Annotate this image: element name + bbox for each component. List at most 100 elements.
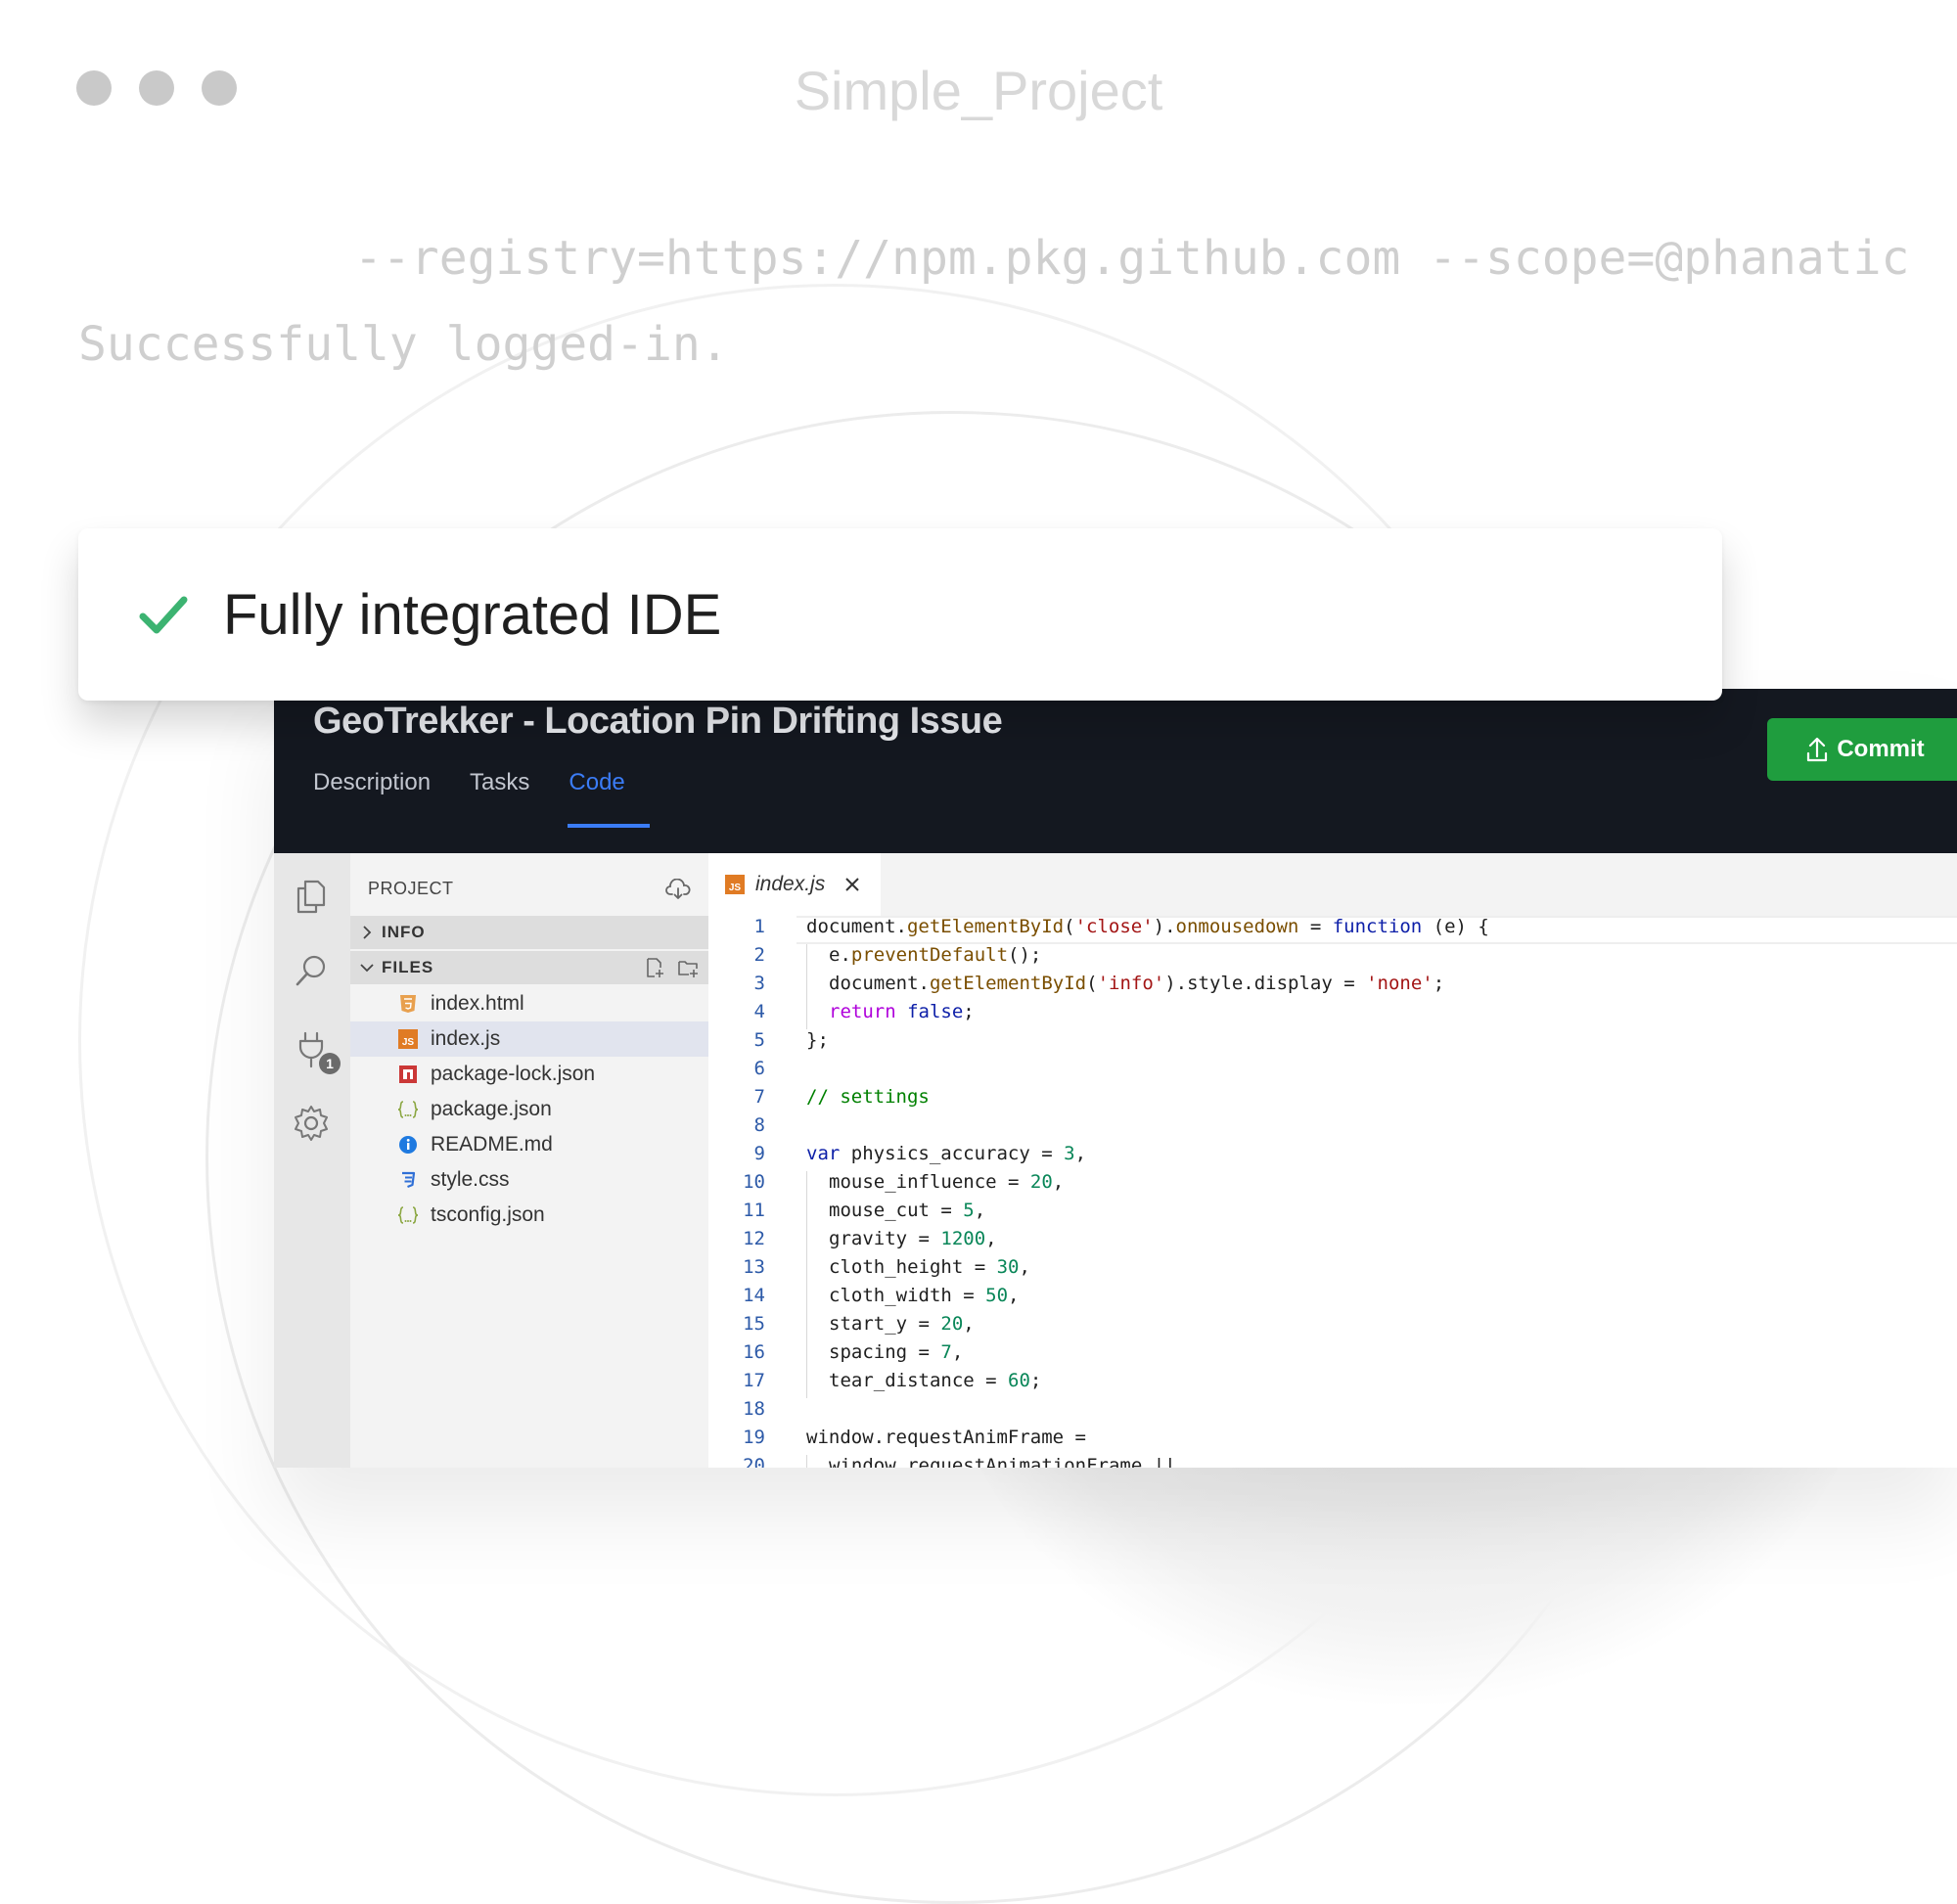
line-number: 15 [743, 1313, 765, 1335]
file-name: package-lock.json [431, 1063, 596, 1085]
code-text: document.getElementById('info').style.di… [829, 973, 1445, 994]
file-name: tsconfig.json [431, 1203, 545, 1226]
code-line: 17 tear_distance = 60; [708, 1370, 1957, 1398]
code-text: start_y = 20, [829, 1313, 975, 1335]
code-text: e.preventDefault(); [829, 944, 1042, 966]
editor-tab-index-js[interactable]: JS index.js [708, 853, 881, 916]
indent-guide [806, 1228, 807, 1256]
editor-tab-bar: JS index.js [708, 853, 1957, 916]
code-line: 13 cloth_height = 30, [708, 1256, 1957, 1285]
code-line: 1 document.getElementById('close').onmous… [708, 916, 1957, 944]
code-text: gravity = 1200, [829, 1228, 997, 1249]
code-line: 11 mouse_cut = 5, [708, 1200, 1957, 1228]
file-row-package-lock-json[interactable]: package-lock.json [350, 1057, 708, 1092]
indent-guide [806, 1370, 807, 1398]
svg-text:JS: JS [729, 883, 742, 893]
indent-guide [806, 1200, 807, 1228]
json-braces-icon [397, 1204, 419, 1226]
chevron-right-icon [363, 926, 372, 939]
line-number: 18 [743, 1398, 765, 1420]
code-text: // settings [806, 1086, 930, 1108]
indent-guide [806, 1001, 807, 1029]
search-icon[interactable] [292, 951, 331, 990]
section-info-label: INFO [382, 923, 426, 941]
file-row-style-css[interactable]: style.css [350, 1162, 708, 1198]
file-name: index.html [431, 992, 524, 1015]
indent-guide [806, 1285, 807, 1313]
new-file-icon[interactable] [644, 957, 665, 978]
code-line: 18 [708, 1398, 1957, 1427]
file-row-index-html[interactable]: index.html [350, 986, 708, 1021]
line-number: 16 [743, 1341, 765, 1363]
code-line: 2 e.preventDefault(); [708, 944, 1957, 973]
file-row-package-json[interactable]: package.json [350, 1092, 708, 1127]
line-number: 13 [743, 1256, 765, 1278]
gear-icon[interactable] [292, 1104, 331, 1143]
commit-button-label: Commit [1837, 736, 1925, 762]
html5-icon [397, 993, 419, 1015]
line-number: 12 [743, 1228, 765, 1249]
file-row-readme-md[interactable]: README.md [350, 1127, 708, 1162]
feature-banner: Fully integrated IDE [78, 528, 1722, 701]
commit-button[interactable]: Commit [1767, 718, 1957, 781]
code-line: 4 return false; [708, 1001, 1957, 1029]
line-number: 17 [743, 1370, 765, 1391]
code-text: var physics_accuracy = 3, [806, 1143, 1087, 1164]
line-number: 19 [743, 1427, 765, 1448]
cloud-download-icon[interactable] [665, 879, 691, 900]
code-text: mouse_cut = 5, [829, 1200, 986, 1221]
code-text: cloth_width = 50, [829, 1285, 1020, 1306]
explorer-title: PROJECT [368, 879, 454, 898]
javascript-icon: JS [397, 1028, 419, 1050]
file-name: style.css [431, 1168, 510, 1191]
code-text: window.requestAnimFrame = [806, 1427, 1086, 1448]
indent-guide [806, 1455, 807, 1468]
code-line: 10 mouse_influence = 20, [708, 1171, 1957, 1200]
code-line: 15 start_y = 20, [708, 1313, 1957, 1341]
new-folder-icon[interactable] [677, 957, 699, 978]
indent-guide [806, 1341, 807, 1370]
line-number: 11 [743, 1200, 765, 1221]
ide-window: GeoTrekker - Location Pin Drifting Issue… [274, 689, 1957, 1468]
line-number: 4 [753, 1001, 765, 1022]
line-number: 10 [743, 1171, 765, 1193]
code-text: mouse_influence = 20, [829, 1171, 1065, 1193]
section-info[interactable]: INFO [350, 916, 708, 949]
info-icon [397, 1134, 419, 1156]
json-braces-icon [397, 1099, 419, 1120]
code-line: 12 gravity = 1200, [708, 1228, 1957, 1256]
line-number: 5 [753, 1029, 765, 1051]
code-editor: JS index.js 1 document.getElementById('cl… [708, 853, 1957, 1468]
tab-tasks[interactable]: Tasks [470, 769, 529, 796]
file-name: package.json [431, 1098, 552, 1120]
files-icon[interactable] [292, 877, 331, 916]
file-explorer: PROJECT INFO FILES index.html JS index.j… [350, 853, 708, 1468]
code-line: 3 document.getElementById('info').style.d… [708, 973, 1957, 1001]
ide-header: GeoTrekker - Location Pin Drifting Issue… [274, 689, 1957, 853]
file-row-index-js[interactable]: JS index.js [350, 1021, 708, 1057]
code-line: 7 // settings [708, 1086, 1957, 1114]
code-text: tear_distance = 60; [829, 1370, 1042, 1391]
section-files[interactable]: FILES [350, 951, 708, 984]
javascript-icon: JS [724, 874, 746, 895]
code-text: return false; [829, 1001, 975, 1022]
close-icon[interactable] [844, 877, 860, 892]
code-text: spacing = 7, [829, 1341, 964, 1363]
line-number: 20 [743, 1455, 765, 1468]
code-text: }; [806, 1029, 829, 1051]
line-number: 7 [753, 1086, 765, 1108]
npm-icon [397, 1064, 419, 1085]
code-line: 14 cloth_width = 50, [708, 1285, 1957, 1313]
code-line: 16 spacing = 7, [708, 1341, 1957, 1370]
editor-tab-label: index.js [755, 873, 826, 895]
file-row-tsconfig-json[interactable]: tsconfig.json [350, 1198, 708, 1233]
tab-code[interactable]: Code [569, 769, 624, 796]
indent-guide [806, 944, 807, 973]
tab-description[interactable]: Description [313, 769, 431, 796]
terminal-line-registry: --registry=https://npm.pkg.github.com --… [354, 231, 1910, 286]
code-line: 8 [708, 1114, 1957, 1143]
code-text: document.getElementById('close').onmouse… [806, 916, 1489, 937]
check-icon [139, 596, 188, 634]
active-tab-indicator [568, 824, 650, 828]
chevron-down-icon [360, 964, 374, 973]
